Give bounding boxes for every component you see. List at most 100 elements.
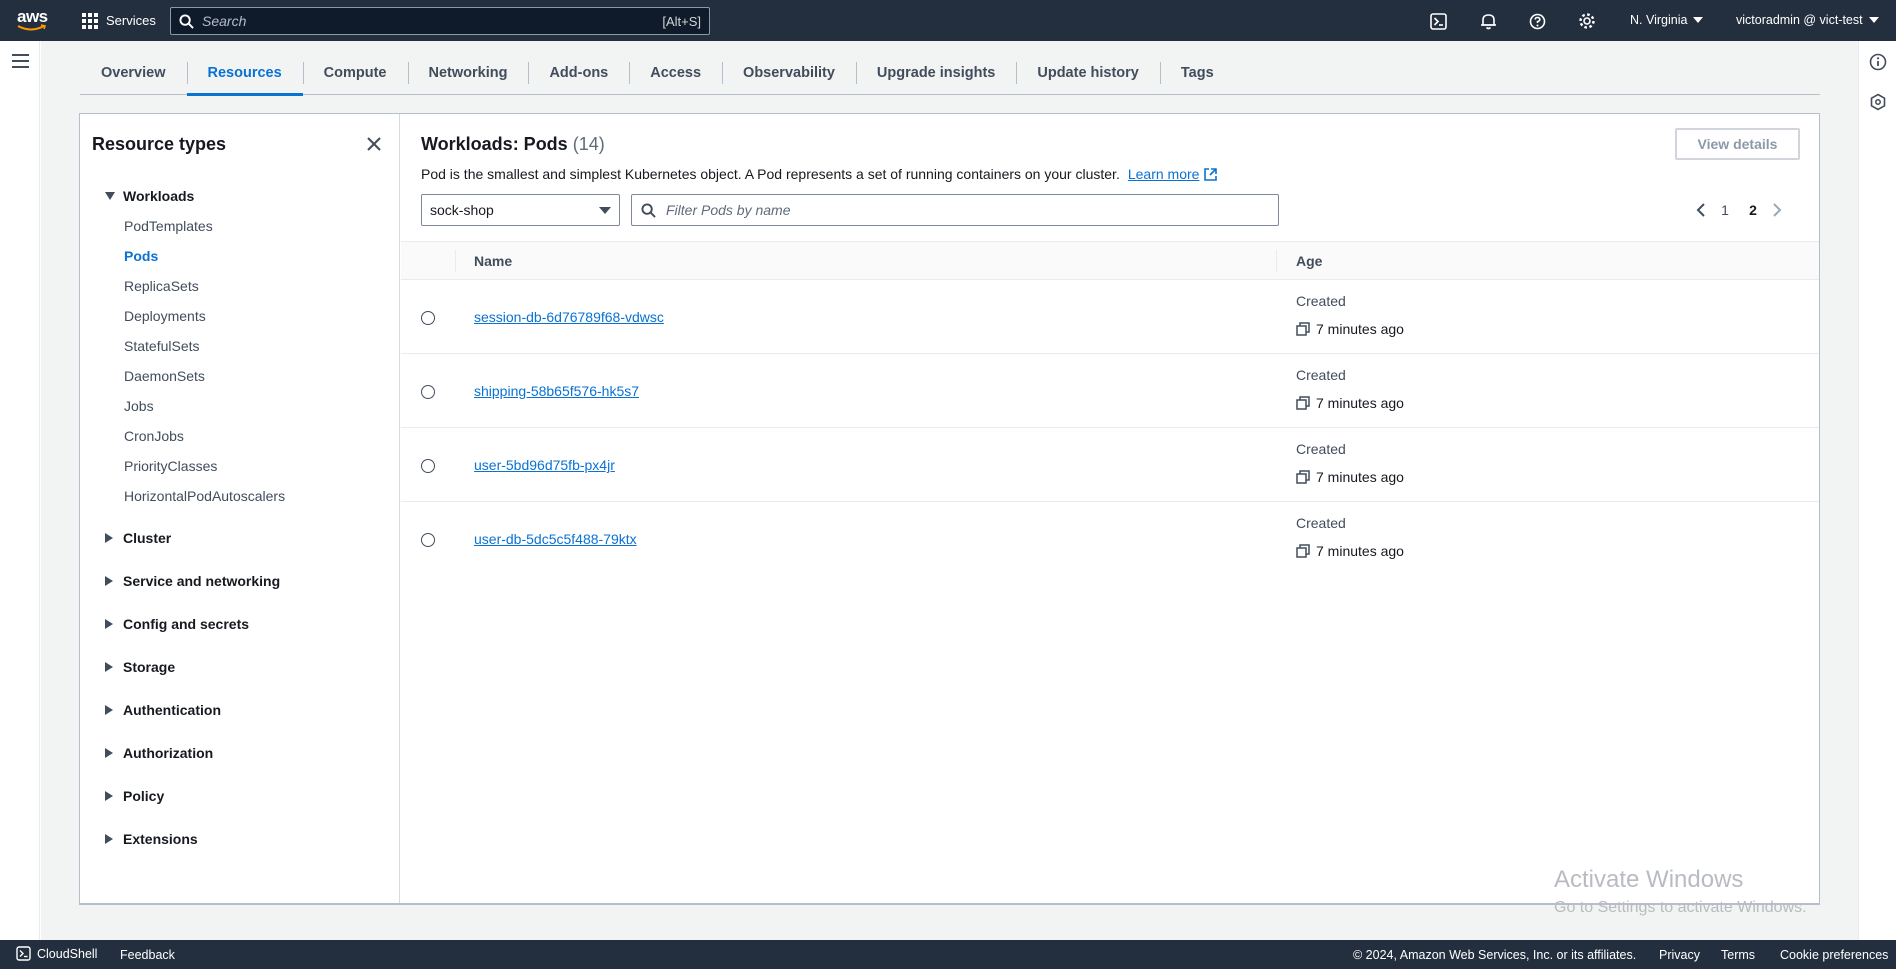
title-text: Workloads: Pods [421, 134, 568, 154]
copy-icon[interactable] [1296, 322, 1310, 336]
column-age[interactable]: Age [1296, 253, 1322, 269]
tab-networking[interactable]: Networking [407, 50, 529, 95]
sidebar-item-jobs[interactable]: Jobs [124, 398, 154, 414]
table-header: Name Age [401, 241, 1819, 280]
cloudshell-button[interactable]: CloudShell [16, 946, 97, 961]
namespace-value: sock-shop [430, 202, 494, 218]
filter-pods[interactable] [631, 194, 1279, 226]
menu-icon[interactable] [12, 54, 29, 68]
sidebar-item-deployments[interactable]: Deployments [124, 308, 206, 324]
close-icon[interactable] [366, 136, 384, 154]
view-details-button[interactable]: View details [1675, 128, 1800, 160]
sidebar-item-podtemplates[interactable]: PodTemplates [124, 218, 213, 234]
aws-logo[interactable]: aws [17, 8, 51, 34]
gear-icon[interactable] [1577, 11, 1597, 31]
resources-panel: Resource types Workloads PodTemplates Po… [79, 113, 1820, 905]
sidebar-group-extensions[interactable]: Extensions [105, 831, 198, 847]
global-search[interactable]: [Alt+S] [170, 7, 710, 35]
caret-right-icon [105, 533, 113, 543]
bell-icon[interactable] [1478, 11, 1498, 31]
help-icon[interactable] [1527, 11, 1547, 31]
row-select-radio[interactable] [421, 385, 435, 399]
page-1[interactable]: 1 [1711, 202, 1739, 218]
sidebar-item-horizontalpodautoscalers[interactable]: HorizontalPodAutoscalers [124, 488, 285, 504]
caret-right-icon [105, 662, 113, 672]
group-label: Service and networking [123, 573, 281, 589]
tab-add-ons[interactable]: Add-ons [528, 50, 629, 95]
services-label: Services [106, 13, 156, 28]
sidebar-item-daemonsets[interactable]: DaemonSets [124, 368, 205, 384]
cloudshell-icon[interactable] [1428, 11, 1448, 31]
info-icon[interactable] [1869, 53, 1887, 71]
tab-overview[interactable]: Overview [80, 50, 187, 95]
pod-link[interactable]: user-db-5dc5c5f488-79ktx [474, 531, 637, 547]
pod-link[interactable]: session-db-6d76789f68-vdwsc [474, 309, 664, 325]
caret-right-icon [105, 619, 113, 629]
sidebar-item-replicasets[interactable]: ReplicaSets [124, 278, 199, 294]
sidebar-group-authentication[interactable]: Authentication [105, 702, 221, 718]
caret-right-icon [105, 705, 113, 715]
namespace-select[interactable]: sock-shop [421, 194, 620, 226]
sidebar-item-pods[interactable]: Pods [124, 248, 158, 264]
page-2[interactable]: 2 [1739, 202, 1767, 218]
caret-right-icon [105, 576, 113, 586]
row-select-radio[interactable] [421, 459, 435, 473]
group-label: Authentication [123, 702, 221, 718]
caret-down-icon [105, 192, 115, 200]
tab-update-history[interactable]: Update history [1016, 50, 1160, 95]
table-row: user-5bd96d75fb-px4jr Created 7 minutes … [401, 428, 1819, 502]
top-navigation: aws Services [Alt+S] [0, 0, 1896, 41]
row-select-radio[interactable] [421, 533, 435, 547]
account-menu[interactable]: victoradmin @ vict-test [1736, 13, 1879, 27]
tab-access[interactable]: Access [629, 50, 722, 95]
privacy-link[interactable]: Privacy [1659, 948, 1700, 962]
feedback-link[interactable]: Feedback [120, 948, 175, 962]
table-row: shipping-58b65f576-hk5s7 Created 7 minut… [401, 354, 1819, 428]
cookie-preferences-link[interactable]: Cookie preferences [1780, 948, 1888, 962]
tab-tags[interactable]: Tags [1159, 50, 1235, 95]
tab-observability[interactable]: Observability [722, 50, 856, 95]
pod-link[interactable]: shipping-58b65f576-hk5s7 [474, 383, 639, 399]
pagination: 1 2 [1691, 200, 1787, 220]
pod-link[interactable]: user-5bd96d75fb-px4jr [474, 457, 615, 473]
region-selector[interactable]: N. Virginia [1630, 13, 1704, 27]
region-label: N. Virginia [1630, 13, 1688, 27]
cloudshell-icon [16, 946, 31, 961]
copyright-text: © 2024, Amazon Web Services, Inc. or its… [1353, 948, 1637, 962]
age-value: 7 minutes ago [1296, 543, 1404, 559]
chevron-down-icon [1693, 17, 1704, 23]
pod-count: (14) [572, 134, 605, 154]
table-row: session-db-6d76789f68-vdwsc Created 7 mi… [401, 280, 1819, 354]
right-rail [1858, 41, 1896, 940]
sidebar-group-cluster[interactable]: Cluster [105, 530, 171, 546]
sidebar-item-priorityclasses[interactable]: PriorityClasses [124, 458, 217, 474]
sidebar-group-policy[interactable]: Policy [105, 788, 164, 804]
previous-page-icon[interactable] [1691, 200, 1711, 220]
row-select-radio[interactable] [421, 311, 435, 325]
copy-icon[interactable] [1296, 396, 1310, 410]
resource-types-sidebar: Resource types Workloads PodTemplates Po… [80, 114, 400, 903]
column-name[interactable]: Name [474, 253, 512, 269]
sidebar-item-cronjobs[interactable]: CronJobs [124, 428, 184, 444]
filter-input[interactable] [666, 202, 1269, 218]
services-menu[interactable]: Services [82, 10, 156, 31]
sidebar-group-config-secrets[interactable]: Config and secrets [105, 616, 249, 632]
sidebar-group-authorization[interactable]: Authorization [105, 745, 213, 761]
hexagon-icon[interactable] [1869, 93, 1887, 111]
sidebar-group-service-networking[interactable]: Service and networking [105, 573, 280, 589]
sidebar-item-statefulsets[interactable]: StatefulSets [124, 338, 200, 354]
created-label: Created [1296, 367, 1346, 383]
age-text: 7 minutes ago [1316, 395, 1404, 411]
copy-icon[interactable] [1296, 544, 1310, 558]
tab-resources[interactable]: Resources [186, 50, 303, 96]
tab-compute[interactable]: Compute [302, 50, 408, 95]
next-page-icon[interactable] [1767, 200, 1787, 220]
activate-windows-subtitle: Go to Settings to activate Windows. [1554, 899, 1807, 916]
learn-more-link[interactable]: Learn more [1128, 166, 1219, 182]
terms-link[interactable]: Terms [1721, 948, 1755, 962]
search-input[interactable] [202, 13, 663, 29]
sidebar-group-storage[interactable]: Storage [105, 659, 175, 675]
copy-icon[interactable] [1296, 470, 1310, 484]
tab-upgrade-insights[interactable]: Upgrade insights [855, 50, 1016, 95]
sidebar-group-workloads[interactable]: Workloads [105, 188, 194, 204]
